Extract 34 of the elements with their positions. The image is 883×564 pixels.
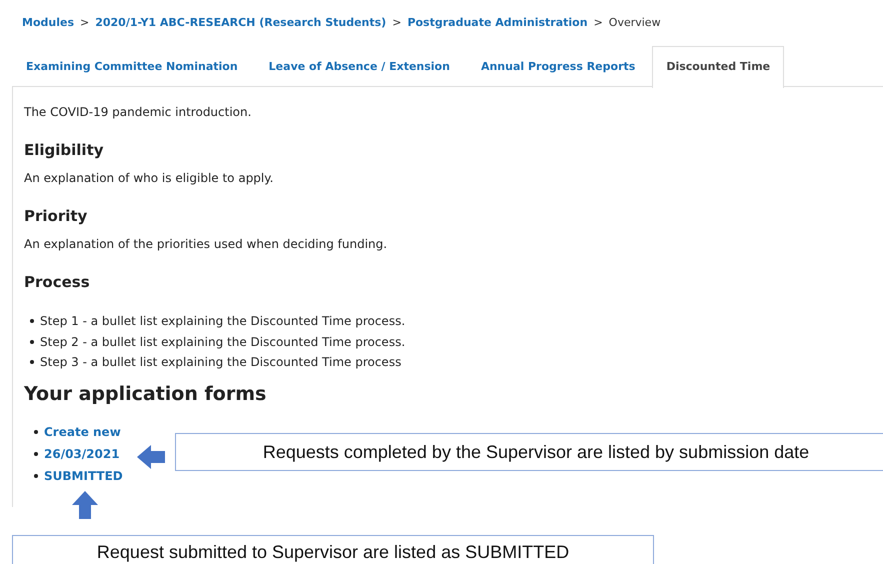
bullet-icon: [30, 360, 34, 364]
form-link[interactable]: Create new: [44, 424, 121, 438]
tab[interactable]: Examining Committee Nomination: [12, 46, 252, 86]
form-link[interactable]: SUBMITTED: [44, 468, 123, 482]
breadcrumb-separator: >: [594, 16, 603, 28]
tab[interactable]: Discounted Time: [652, 46, 784, 88]
arrow-icon: [137, 445, 165, 469]
section-heading: Eligibility: [24, 141, 105, 159]
section-text: An explanation of the priorities used when deciding funding.: [24, 237, 388, 251]
breadcrumb-link[interactable]: Postgraduate Administration: [407, 16, 588, 28]
section-text: An explanation of who is eligible to apply.: [24, 171, 274, 185]
tab[interactable]: Annual Progress Reports: [466, 46, 650, 86]
breadcrumb-link[interactable]: 2020/1-Y1 ABC-RESEARCH (Research Students): [95, 16, 386, 28]
intro-text: The COVID-19 pandemic introduction.: [24, 105, 252, 119]
list-item-text: Step 1 - a bullet list explaining the Discounted Time process.: [40, 314, 406, 328]
breadcrumb-separator: >: [80, 16, 90, 28]
annotation-callout: Request submitted to Supervisor are listed as SUBMITTED: [12, 535, 654, 564]
list-item-text: Step 2 - a bullet list explaining the Discounted Time process.: [40, 334, 406, 349]
section-heading: Your application forms: [24, 382, 268, 404]
bullet-icon: [30, 340, 34, 344]
bullet-icon: [34, 430, 38, 434]
tab[interactable]: Leave of Absence / Extension: [254, 46, 464, 86]
breadcrumb-separator: >: [392, 16, 402, 28]
breadcrumb-current: Overview: [608, 16, 661, 28]
bullet-icon: [30, 319, 34, 324]
annotation-callout: Requests completed by the Supervisor are listed by submission date: [175, 433, 883, 471]
form-link[interactable]: 26/03/2021: [44, 446, 120, 460]
bullet-icon: [34, 452, 38, 456]
breadcrumb-link[interactable]: Modules: [22, 16, 74, 28]
list-item-text: Step 3 - a bullet list explaining the Discounted Time process: [40, 355, 402, 370]
section-heading: Process: [24, 273, 91, 291]
arrow-icon: [72, 491, 98, 519]
section-heading: Priority: [24, 207, 88, 225]
bullet-icon: [34, 474, 38, 478]
